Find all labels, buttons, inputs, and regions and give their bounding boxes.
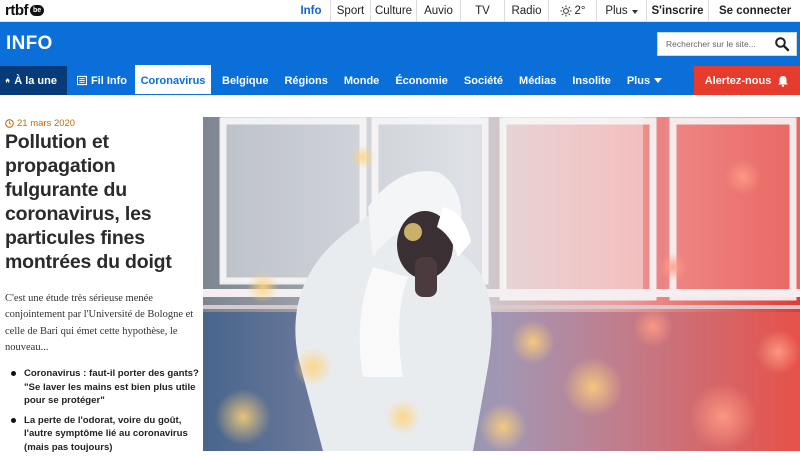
chevron-down-icon (654, 78, 663, 83)
nav-medias[interactable]: Médias (511, 66, 564, 95)
article-hero-image[interactable] (203, 117, 800, 451)
section-title: INFO (6, 33, 53, 54)
top-nav: Info Sport Culture Auvio TV Radio 2° Plu… (292, 0, 800, 22)
nav-fil-info-label: Fil Info (90, 74, 127, 87)
related-link[interactable]: La perte de l'odorat, voire du goût, l'a… (10, 414, 200, 455)
article-teaser: 21 mars 2020 Pollution et propagation fu… (0, 95, 202, 457)
search-icon[interactable] (774, 36, 790, 52)
topnav-tv[interactable]: TV (460, 0, 504, 22)
related-links: Coronavirus : faut-il porter des gants? … (10, 367, 200, 457)
nav-more[interactable]: Plus (619, 66, 670, 95)
nav-home-label: À la une (14, 74, 57, 87)
weather-temp: 2° (574, 5, 586, 17)
nav-home[interactable]: À la une (0, 66, 67, 95)
logo-text: rtbf (5, 2, 29, 19)
list-icon (77, 75, 87, 86)
topnav-sport[interactable]: Sport (330, 0, 370, 22)
topnav-culture[interactable]: Culture (370, 0, 416, 22)
weather-widget[interactable]: 2° (548, 0, 596, 22)
topnav-more[interactable]: Plus (596, 0, 646, 22)
signup-label: S'inscrire (651, 5, 704, 17)
section-header: INFO (0, 22, 800, 66)
nav-more-label: Plus (626, 74, 651, 87)
nav-monde[interactable]: Monde (336, 66, 387, 95)
main-nav: À la une Fil Info Coronavirus Belgique R… (0, 65, 800, 95)
signup-link[interactable]: S'inscrire (646, 0, 708, 22)
article-title[interactable]: Pollution et propagation fulgurante du c… (5, 130, 200, 274)
nav-regions[interactable]: Régions (276, 66, 335, 95)
top-bar: rtbf be Info Sport Culture Auvio TV Radi… (0, 0, 800, 22)
search-input[interactable] (658, 33, 770, 55)
logo-badge: be (30, 5, 45, 16)
bell-icon (778, 75, 789, 87)
nav-coronavirus[interactable]: Coronavirus (135, 65, 211, 94)
clock-icon (5, 119, 14, 128)
sun-icon (560, 5, 571, 17)
hero-photo (203, 117, 800, 451)
nav-societe[interactable]: Société (456, 66, 511, 95)
nav-insolite[interactable]: Insolite (564, 66, 619, 95)
login-label: Se connecter (719, 5, 792, 17)
nav-fil-info[interactable]: Fil Info (67, 66, 135, 95)
article-date-text: 21 mars 2020 (17, 118, 76, 129)
alert-label: Alertez-nous (704, 74, 772, 87)
search-box (657, 32, 797, 56)
article-date: 21 mars 2020 (5, 118, 75, 129)
article-lead: C'est une étude très sérieuse menée conj… (5, 293, 194, 353)
home-icon (5, 78, 10, 83)
nav-economie[interactable]: Économie (387, 66, 456, 95)
login-link[interactable]: Se connecter (708, 0, 800, 22)
chevron-down-icon (631, 10, 638, 14)
related-link[interactable]: Coronavirus : faut-il porter des gants? … (10, 367, 200, 408)
topnav-auvio[interactable]: Auvio (416, 0, 460, 22)
rtbf-logo[interactable]: rtbf be (5, 1, 45, 20)
alert-button[interactable]: Alertez-nous (694, 66, 800, 95)
topnav-info[interactable]: Info (292, 0, 330, 22)
topnav-radio[interactable]: Radio (504, 0, 548, 22)
topnav-more-label: Plus (605, 5, 628, 17)
nav-belgique[interactable]: Belgique (211, 66, 276, 95)
